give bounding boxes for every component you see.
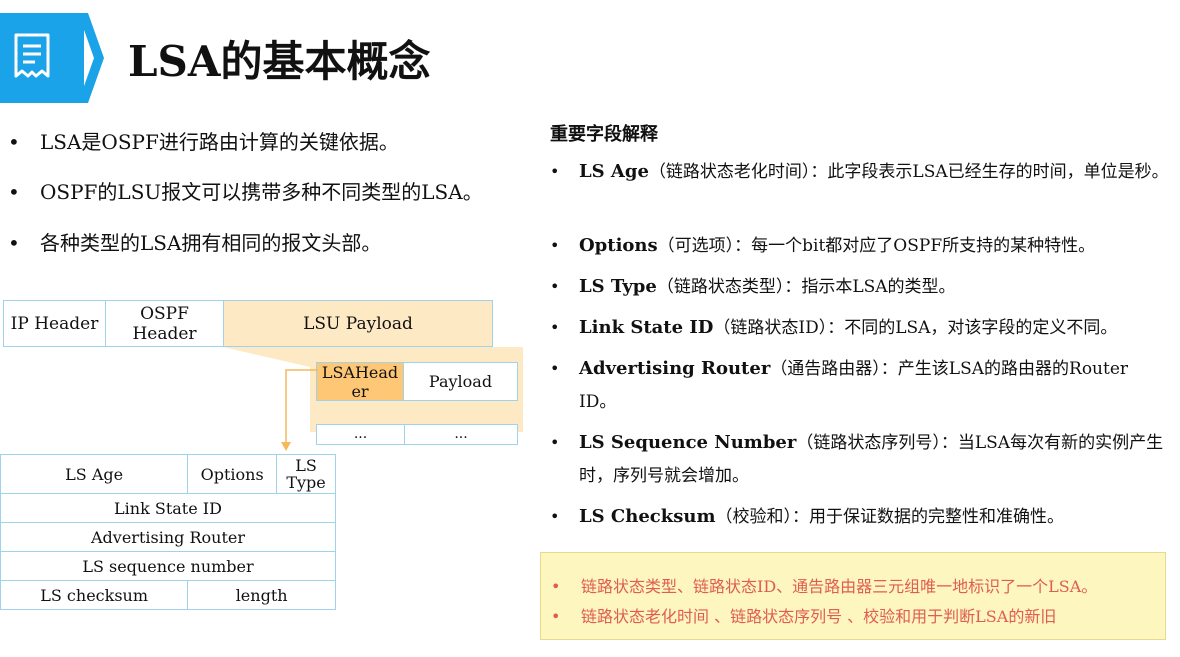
ellipsis-cell: ...	[404, 425, 517, 444]
more-lsa-row: ... ...	[316, 424, 518, 445]
note-text: 链路状态老化时间 、链路状态序列号 、校验和用于判断LSA的新旧	[581, 607, 1057, 626]
field-item-ls-sequence-number: • LS Sequence Number（链路状态序列号）：当LSA每次有新的实…	[550, 426, 1170, 493]
field-name: Options	[579, 235, 658, 256]
page-title: LSA的基本概念	[128, 37, 431, 86]
field-name: LS Type	[579, 276, 657, 297]
ls-age-cell: LS Age	[0, 454, 189, 494]
link-state-id-cell: Link State ID	[0, 493, 336, 523]
lsa-header-label: LSAHeader	[321, 362, 399, 401]
bullet-dot: •	[550, 162, 560, 181]
lsa-payload-cell: Payload	[404, 363, 517, 400]
field-item-ls-type: • LS Type（链路状态类型）：指示本LSA的类型。	[550, 270, 1170, 304]
options-cell: Options	[187, 454, 278, 494]
ospf-header-label: OSPF Header	[132, 303, 197, 344]
field-item-link-state-id: • Link State ID（链路状态ID）：不同的LSA，对该字段的定义不同…	[550, 311, 1170, 345]
left-bullet-text: LSA是OSPF进行路由计算的关键依据。	[40, 130, 399, 154]
fields-heading: 重要字段解释	[550, 124, 658, 145]
ls-type-cell: LS Type	[276, 454, 336, 494]
note-text: 链路状态类型、链路状态ID、通告路由器三元组唯一地标识了一个LSA。	[581, 577, 1098, 596]
field-name: LS Sequence Number	[579, 432, 797, 453]
bullet-dot: •	[550, 359, 560, 378]
bullet-dot: •	[550, 236, 560, 255]
field-name: Advertising Router	[579, 358, 771, 379]
field-desc: （校验和）：用于保证数据的完整性和准确性。	[715, 507, 1065, 527]
ip-header-cell: IP Header	[4, 301, 106, 346]
ospf-header-cell: OSPF Header	[106, 301, 224, 346]
field-item-options: • Options（可选项）：每一个bit都对应了OSPF所支持的某种特性。	[550, 229, 1170, 263]
advertising-router-cell: Advertising Router	[0, 522, 336, 552]
left-bullet-2: • OSPF的LSU报文可以携带多种不同类型的LSA。	[8, 180, 483, 204]
ls-type-label: LS Type	[286, 456, 326, 492]
field-item-advertising-router: • Advertising Router（通告路由器）：产生该LSA的路由器的R…	[550, 352, 1170, 419]
bullet-dot: •	[550, 277, 560, 296]
note-line-1: • 链路状态类型、链路状态ID、通告路由器三元组唯一地标识了一个LSA。	[551, 577, 1098, 596]
field-name: LS Checksum	[579, 506, 716, 527]
lsa-header-table: LS Age Options LS Type Link State ID Adv…	[0, 454, 336, 610]
ellipsis-cell: ...	[353, 426, 368, 442]
lsu-packet-row: IP Header OSPF Header LSU Payload	[3, 300, 493, 347]
field-desc: （可选项）：每一个bit都对应了OSPF所支持的某种特性。	[657, 236, 1096, 256]
bullet-dot: •	[550, 507, 560, 526]
left-bullet-text: 各种类型的LSA拥有相同的报文头部。	[40, 231, 382, 255]
field-item-ls-checksum: • LS Checksum（校验和）：用于保证数据的完整性和准确性。	[550, 500, 1170, 534]
ls-checksum-cell: LS checksum	[0, 580, 189, 610]
left-bullet-3: • 各种类型的LSA拥有相同的报文头部。	[8, 231, 382, 255]
field-desc: （链路状态老化时间）：此字段表示LSA已经生存的时间，单位是秒。	[648, 162, 1169, 182]
connector-arrow	[281, 369, 318, 451]
field-desc: （链路状态类型）：指示本LSA的类型。	[656, 277, 956, 297]
bullet-dot: •	[550, 433, 560, 452]
field-name: LS Age	[579, 161, 649, 182]
field-item-ls-age: • LS Age（链路状态老化时间）：此字段表示LSA已经生存的时间，单位是秒。	[550, 155, 1170, 189]
ls-sequence-number-cell: LS sequence number	[0, 551, 336, 581]
header-chevron	[78, 13, 104, 103]
left-bullet-text: OSPF的LSU报文可以携带多种不同类型的LSA。	[40, 180, 483, 204]
field-desc: （链路状态ID）：不同的LSA，对该字段的定义不同。	[713, 318, 1118, 338]
lsu-payload-cell: LSU Payload	[224, 301, 492, 346]
document-icon	[14, 33, 50, 78]
lsa-header-cell: LSAHeader	[317, 362, 404, 401]
left-bullet-1: • LSA是OSPF进行路由计算的关键依据。	[8, 130, 399, 154]
length-cell: length	[187, 580, 336, 610]
field-name: Link State ID	[579, 317, 714, 338]
lsa-row: LSAHeader Payload	[316, 362, 518, 401]
note-box: • 链路状态类型、链路状态ID、通告路由器三元组唯一地标识了一个LSA。 • 链路状…	[540, 552, 1166, 640]
bullet-dot: •	[550, 318, 560, 337]
note-line-2: • 链路状态老化时间 、链路状态序列号 、校验和用于判断LSA的新旧	[551, 607, 1057, 626]
